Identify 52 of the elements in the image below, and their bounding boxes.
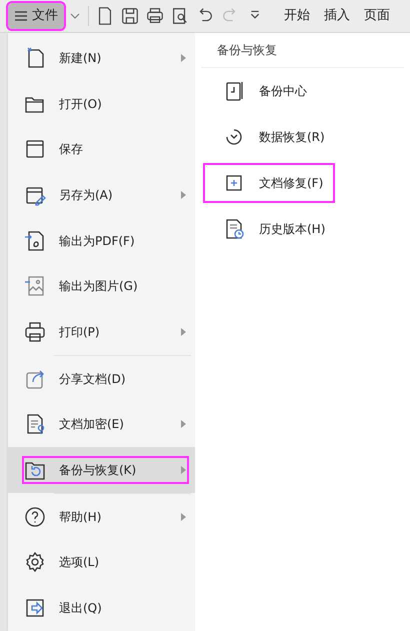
submenu-item[interactable]: 备份中心: [205, 73, 317, 109]
menu-item-label: 文档加密(E): [59, 416, 125, 434]
menu-item[interactable]: 备份与恢复(K): [8, 447, 195, 493]
menu-item[interactable]: 输出为PDF(F): [8, 218, 195, 264]
settings-icon: [24, 551, 46, 574]
save-icon[interactable]: [120, 6, 140, 26]
menu-item[interactable]: 新建(N): [8, 35, 195, 81]
ribbon-tab[interactable]: 插入: [324, 6, 350, 26]
menu-icon: [14, 9, 28, 23]
menu-item-label: 备份与恢复(K): [59, 462, 138, 480]
menu-item[interactable]: 分享文档(D): [8, 356, 195, 402]
printer-icon: [24, 320, 46, 343]
help-icon: [24, 506, 46, 528]
printer-icon[interactable]: [145, 6, 165, 26]
submenu-arrow-icon: [181, 328, 187, 336]
menu-item-label: 打开(O): [59, 96, 103, 113]
submenu-item[interactable]: 历史版本(H): [205, 211, 336, 247]
ribbon-tab[interactable]: 开始: [284, 6, 310, 26]
share-icon: [24, 368, 46, 390]
menu-item[interactable]: 文档加密(E): [8, 402, 195, 448]
menu-item[interactable]: 帮助(H): [8, 494, 195, 540]
submenu-arrow-icon: [181, 54, 187, 62]
export-pdf-icon: [24, 230, 46, 252]
menu-item[interactable]: 选项(L): [8, 540, 195, 586]
file-menu-button[interactable]: 文件: [8, 3, 64, 29]
menu-item-label: 新建(N): [59, 50, 102, 67]
ribbon-tab[interactable]: 页面: [364, 6, 390, 26]
menu-item[interactable]: 打印(P): [8, 309, 195, 355]
menu-item-label: 输出为PDF(F): [59, 232, 136, 250]
submenu-arrow-icon: [181, 466, 187, 474]
menu-item[interactable]: 输出为图片(G): [8, 263, 195, 310]
menu-item-label: 分享文档(D): [59, 370, 127, 388]
menu-item[interactable]: 另存为(A): [8, 172, 195, 218]
submenu-item[interactable]: 文档修复(F): [205, 165, 334, 201]
menu-item-label: 另存为(A): [59, 186, 114, 204]
submenu-arrow-icon: [181, 512, 187, 521]
menu-item-label: 打印(P): [59, 324, 101, 341]
submenu-item[interactable]: 数据恢复(R): [205, 119, 335, 155]
menu-item-label: 帮助(H): [59, 508, 102, 526]
menu-item-label: 选项(L): [59, 554, 100, 572]
submenu-arrow-icon: [181, 190, 187, 199]
menu-item[interactable]: 打开(O): [8, 80, 195, 126]
exit-icon: [24, 597, 46, 620]
save-icon: [24, 138, 46, 160]
menu-item-label: 保存: [59, 141, 84, 158]
menu-item-label: 退出(Q): [59, 600, 103, 618]
menu-item-label: 输出为图片(G): [59, 278, 139, 296]
menu-item[interactable]: 退出(Q): [8, 585, 195, 631]
submenu-arrow-icon: [181, 420, 187, 428]
menu-item[interactable]: 保存: [8, 126, 195, 172]
export-image-icon: [24, 275, 46, 298]
submenu-title: 备份与恢复: [201, 33, 404, 68]
